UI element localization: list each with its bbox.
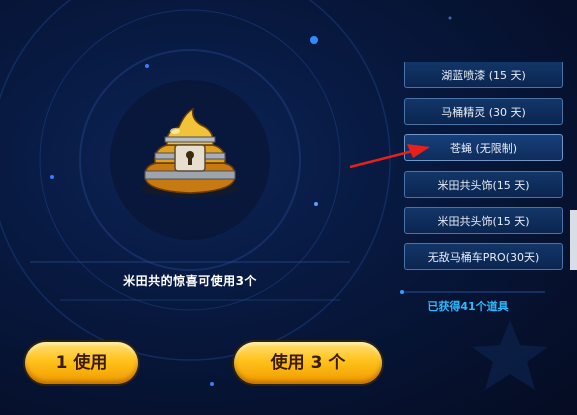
red-arrow-annotation-icon (349, 144, 430, 169)
item-use-panel: 米田共的惊喜可使用3个 1 使用 使用 3 个 湖蓝喷漆 (15 天) 马桶精灵… (0, 0, 577, 415)
use-all-button[interactable]: 使用 3 个 (234, 342, 382, 384)
golden-poop-chest-icon (140, 107, 240, 197)
scrollbar-edge[interactable] (570, 210, 577, 270)
list-item[interactable]: 米田共头饰(15 天) (404, 171, 563, 198)
list-item[interactable]: 无敌马桶车PRO(30天) (404, 243, 563, 270)
use-one-button[interactable]: 1 使用 (25, 342, 138, 384)
list-item[interactable]: 湖蓝喷漆 (15 天) (404, 62, 563, 88)
list-item[interactable]: 马桶精灵 (30 天) (404, 98, 563, 125)
surprise-usable-text: 米田共的惊喜可使用3个 (123, 274, 257, 288)
list-item[interactable]: 米田共头饰(15 天) (404, 207, 563, 234)
obtained-count-text: 已获得41个道具 (427, 300, 509, 313)
